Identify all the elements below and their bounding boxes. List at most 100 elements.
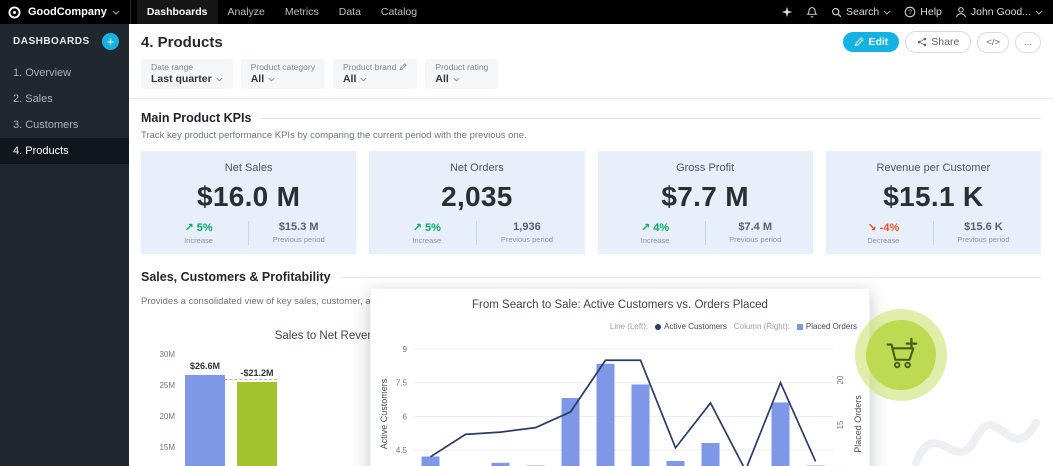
logo-icon xyxy=(7,5,21,19)
nav-item-catalog[interactable]: Catalog xyxy=(371,0,427,24)
search-button[interactable]: Search xyxy=(831,6,891,18)
nav-item-analyze[interactable]: Analyze xyxy=(218,0,275,24)
bar-value-label: -$21.2M xyxy=(240,368,274,378)
bar-value-label: $26.6M xyxy=(189,361,221,371)
ellipsis-icon: ... xyxy=(1024,36,1032,48)
filter-label: Product rating xyxy=(435,62,489,72)
legend-item-placed-orders[interactable]: Placed Orders xyxy=(796,322,857,331)
kpi-previous-label: Previous period xyxy=(500,235,553,244)
app-logo[interactable] xyxy=(0,0,28,24)
chevron-down-icon xyxy=(360,77,367,82)
chevron-down-icon xyxy=(268,77,275,82)
pencil-icon xyxy=(399,63,408,71)
chart-title: From Search to Sale: Active Customers vs… xyxy=(472,299,768,311)
kpi-value: $7.7 M xyxy=(661,181,749,212)
sidebar-item-sales[interactable]: 2. Sales xyxy=(0,86,129,112)
column-bar[interactable] xyxy=(771,402,790,466)
ai-assistant-button[interactable] xyxy=(781,6,793,18)
workspace-name: GoodCompany xyxy=(28,6,107,18)
kpi-card-gross-profit[interactable]: Gross Profit $7.7 M ↗ 4% Increase $7.4 M… xyxy=(597,151,813,254)
charts-section-title: Sales, Customers & Profitability xyxy=(141,270,331,284)
trend-arrow-icon: ↗ xyxy=(640,222,651,234)
kpi-section-subtitle: Track key product performance KPIs by co… xyxy=(141,130,527,141)
chevron-down-icon xyxy=(112,10,120,15)
chevron-down-icon xyxy=(883,10,891,15)
y-axis-tick: 4.5 xyxy=(396,446,408,455)
user-menu[interactable]: John Good... xyxy=(955,6,1043,18)
column-bar[interactable] xyxy=(561,398,580,466)
waterfall-bar[interactable] xyxy=(185,375,225,466)
svg-text:?: ? xyxy=(908,9,912,16)
legend-group-column: Column (Right): xyxy=(733,322,790,331)
pencil-icon xyxy=(855,37,865,47)
sidebar-item-customers[interactable]: 3. Customers xyxy=(0,112,129,138)
kpi-value: $16.0 M xyxy=(196,181,301,212)
embed-code-button[interactable]: </> xyxy=(977,31,1010,53)
share-button[interactable]: Share xyxy=(905,31,972,53)
column-bar[interactable] xyxy=(631,384,650,466)
sidebar-header: DASHBOARDS + xyxy=(0,24,129,60)
chevron-down-icon xyxy=(216,77,223,82)
kpi-previous-value: $7.4 M xyxy=(738,221,772,233)
add-dashboard-button[interactable]: + xyxy=(102,33,119,50)
sidebar-title: DASHBOARDS xyxy=(13,36,90,47)
filter-value: All xyxy=(342,73,357,85)
y-axis-tick: 15M xyxy=(159,443,175,452)
kpi-grid: Net Sales $16.0 M ↗ 5% Increase $15.3 M … xyxy=(141,151,1041,254)
column-marker-icon xyxy=(796,323,803,330)
y-axis-tick: 7.5 xyxy=(396,379,408,388)
kpi-title: Revenue per Customer xyxy=(876,162,991,174)
filter-product-category[interactable]: Product category All xyxy=(240,59,325,89)
filter-label: Product brand xyxy=(342,62,397,72)
filter-product-rating[interactable]: Product rating All xyxy=(425,59,499,89)
filter-value: All xyxy=(250,73,265,85)
column-bar[interactable] xyxy=(421,456,440,466)
add-to-cart-fab[interactable] xyxy=(855,309,947,401)
workspace-switcher[interactable]: GoodCompany xyxy=(28,6,130,18)
kpi-change-label: Increase xyxy=(412,236,442,245)
kpi-previous-label: Previous period xyxy=(729,235,782,244)
share-label: Share xyxy=(931,36,960,48)
kpi-change-label: Decrease xyxy=(867,236,900,245)
waterfall-bar[interactable] xyxy=(237,382,277,466)
topbar-divider xyxy=(129,0,131,24)
help-button[interactable]: ? Help xyxy=(904,6,942,18)
sidebar-item-products[interactable]: 4. Products xyxy=(0,138,129,164)
trend-arrow-icon: ↘ xyxy=(867,222,877,234)
kpi-previous-label: Previous period xyxy=(272,235,325,244)
notifications-button[interactable] xyxy=(806,6,818,19)
nav-item-data[interactable]: Data xyxy=(329,0,371,24)
filter-product-brand[interactable]: Product brand All xyxy=(332,59,418,89)
column-bar[interactable] xyxy=(701,443,720,466)
filter-date-range[interactable]: Date range Last quarter xyxy=(141,59,233,89)
edit-button[interactable]: Edit xyxy=(843,32,900,52)
kpi-previous-value: $15.3 M xyxy=(278,221,319,233)
combo-chart-card[interactable]: From Search to Sale: Active Customers vs… xyxy=(370,288,870,466)
filter-label: Date range xyxy=(151,62,194,72)
nav-item-dashboards[interactable]: Dashboards xyxy=(136,0,218,24)
y-axis-tick: 6 xyxy=(403,412,408,421)
kpi-section-header: Main Product KPIs xyxy=(141,111,1041,125)
kpi-card-revenue-per-customer[interactable]: Revenue per Customer $15.1 K ↘ -4% Decre… xyxy=(825,151,1041,254)
kpi-card-net-orders[interactable]: Net Orders 2,035 ↗ 5% Increase 1,936 Pre… xyxy=(369,151,585,254)
charts-section-header: Sales, Customers & Profitability xyxy=(141,270,1041,284)
code-icon: </> xyxy=(986,36,1001,48)
sidebar-item-overview[interactable]: 1. Overview xyxy=(0,60,129,86)
kpi-change-label: Increase xyxy=(184,236,213,245)
kpi-change: ↗ 5% xyxy=(412,222,441,234)
more-options-button[interactable]: ... xyxy=(1015,31,1041,53)
user-icon xyxy=(955,7,966,18)
help-label: Help xyxy=(920,6,942,18)
column-bar[interactable] xyxy=(596,363,615,466)
nav-item-metrics[interactable]: Metrics xyxy=(275,0,329,24)
kpi-previous-value: 1,936 xyxy=(513,221,541,233)
trend-arrow-icon: ↗ xyxy=(412,222,422,234)
search-icon xyxy=(832,7,842,17)
page-title: 4. Products xyxy=(141,33,223,51)
kpi-section-title: Main Product KPIs xyxy=(141,111,252,125)
line-marker-icon xyxy=(655,323,662,330)
column-bar[interactable] xyxy=(666,461,685,466)
kpi-card-net-sales[interactable]: Net Sales $16.0 M ↗ 5% Increase $15.3 M … xyxy=(141,151,357,254)
legend-item-active-customers[interactable]: Active Customers xyxy=(655,322,727,331)
cart-fab-inner xyxy=(866,320,936,390)
